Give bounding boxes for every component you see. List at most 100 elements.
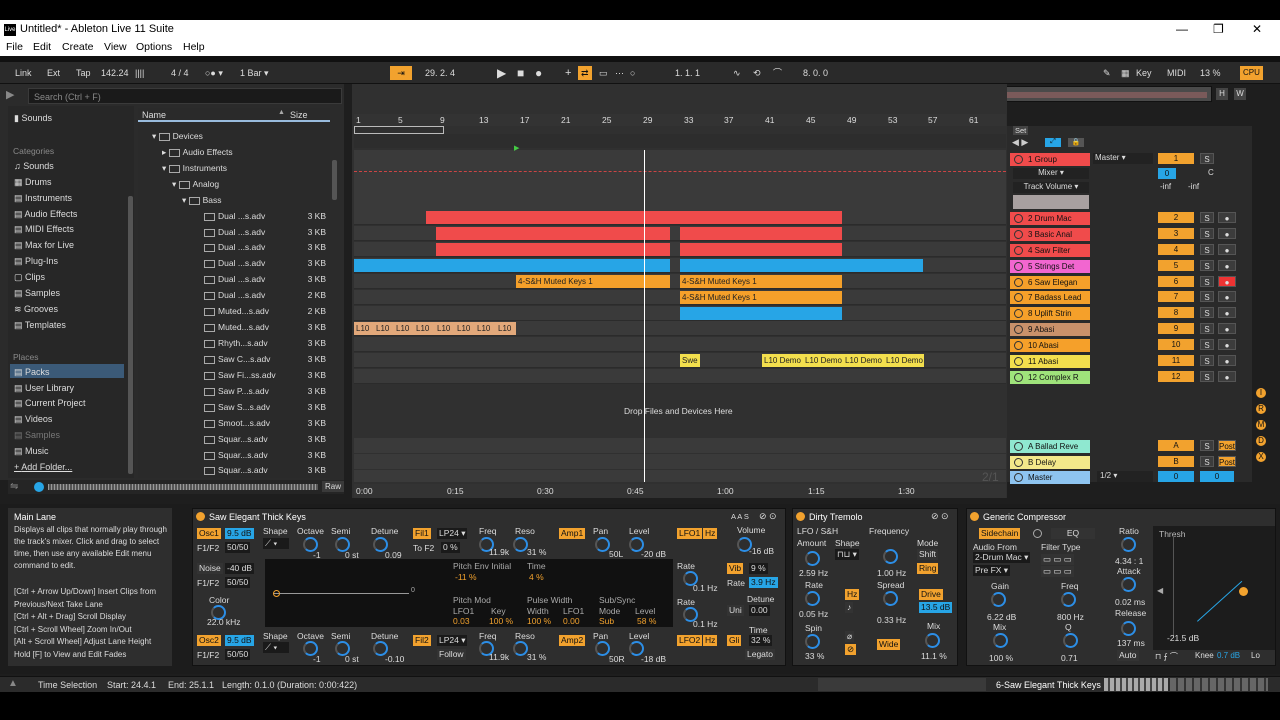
tree-item[interactable]: ▾ Analog — [138, 177, 330, 192]
lfo2-hz[interactable]: Hz — [703, 635, 718, 646]
file-row[interactable]: Smoot...s.adv 3 KB — [138, 416, 330, 431]
tap-button[interactable]: Tap — [73, 66, 94, 80]
master-track-header[interactable]: Master — [1010, 471, 1090, 484]
track-number[interactable]: 12 — [1158, 371, 1194, 382]
track-header[interactable]: 4 Saw Filter — [1010, 244, 1090, 257]
post-button[interactable]: Post — [1218, 456, 1236, 467]
osc1-toggle[interactable]: Osc1 — [197, 528, 221, 539]
osc1-ratio[interactable]: 50/50 — [225, 542, 251, 553]
clip-l10[interactable]: L10 — [475, 322, 496, 335]
set-button[interactable]: Set — [1013, 126, 1029, 135]
clip-muted-keys[interactable]: 4-S&H Muted Keys 1 — [516, 275, 670, 288]
activator-icon[interactable] — [1014, 293, 1023, 302]
category-max-for-live[interactable]: ▤ Max for Live — [14, 240, 74, 251]
track-number[interactable]: 5 — [1158, 260, 1194, 271]
arm-icon[interactable]: ● — [1218, 323, 1236, 334]
mix-knob[interactable] — [925, 633, 940, 648]
loop-icon[interactable]: ⟲ — [750, 66, 764, 80]
arm-icon[interactable]: ● — [1218, 228, 1236, 239]
clip-l10[interactable]: L10 — [455, 322, 475, 335]
return-lane-b[interactable] — [354, 454, 1006, 469]
activator-icon[interactable] — [1014, 341, 1023, 350]
clip-l10[interactable]: L10 — [496, 322, 516, 335]
track-header[interactable]: 8 Uplift Strin — [1010, 307, 1090, 320]
transfer-curve-display[interactable]: Thresh ◀ -21.5 dB — [1153, 526, 1275, 650]
clip-demo[interactable]: L10 Demo — [762, 354, 803, 367]
category-plug-ins[interactable]: ▤ Plug-Ins — [14, 256, 58, 267]
clip-demo[interactable]: L10 Demo — [803, 354, 843, 367]
raw-button[interactable]: Raw — [322, 481, 345, 492]
solo-button[interactable]: S — [1200, 228, 1214, 239]
category-sounds[interactable]: ♫ Sounds — [14, 161, 54, 171]
play-icon[interactable]: ▶ — [494, 66, 509, 80]
solo-button[interactable]: S — [1200, 323, 1214, 334]
record-icon[interactable]: ● — [532, 66, 545, 80]
track-number[interactable]: 4 — [1158, 244, 1194, 255]
osc1-shape[interactable]: ⟋ ▾ — [263, 538, 289, 549]
time-ruler[interactable]: 0:00 0:15 0:30 0:45 1:00 1:15 1:30 — [354, 484, 1006, 498]
solo-button[interactable]: S — [1200, 339, 1214, 350]
q-knob[interactable] — [1063, 633, 1078, 648]
device-menu-icon[interactable]: ⊘ ⊙ — [759, 511, 777, 522]
solo-button[interactable]: S — [1200, 371, 1214, 382]
knee-handle[interactable] — [1239, 587, 1248, 596]
clip-l10[interactable]: L10 — [394, 322, 414, 335]
clip[interactable] — [426, 211, 842, 224]
noise-level[interactable]: -40 dB — [225, 563, 255, 574]
master-volume[interactable]: 0 — [1158, 471, 1194, 482]
lfo1-toggle[interactable]: LFO1 — [677, 528, 703, 539]
category-templates[interactable]: ▤ Templates — [14, 320, 66, 331]
post-button[interactable]: Post — [1218, 440, 1236, 451]
clip-demo[interactable]: L10 Demo — [843, 354, 884, 367]
re-enable-icon[interactable]: ▭ — [596, 66, 611, 80]
place-videos[interactable]: ▤ Videos — [14, 414, 52, 425]
master-output[interactable]: 1/2 ▾ — [1097, 471, 1153, 482]
solo-button[interactable]: S — [1200, 244, 1214, 255]
file-row[interactable]: Rhyth...s.adv 3 KB — [138, 336, 330, 351]
file-row[interactable]: Muted...s.adv 2 KB — [138, 304, 330, 319]
nav-arrows-icon[interactable]: ◀ ▶ — [1012, 137, 1028, 148]
arm-icon[interactable]: ● — [1218, 260, 1236, 271]
return-lane-a[interactable] — [354, 438, 1006, 453]
solo-button[interactable]: S — [1200, 276, 1214, 287]
clip[interactable] — [354, 259, 670, 272]
eq-button[interactable]: EQ — [1051, 528, 1095, 539]
unison-toggle[interactable]: Uni — [727, 605, 744, 616]
return-letter[interactable]: B — [1158, 456, 1194, 467]
stop-icon[interactable]: ■ — [514, 66, 527, 80]
track-header[interactable]: 5 Strings Det — [1010, 260, 1090, 273]
session-record-icon[interactable]: ○ — [627, 66, 638, 80]
track-header[interactable]: 9 Abasi — [1010, 323, 1090, 336]
computer-keyboard-icon[interactable]: ▦ — [1118, 66, 1133, 80]
value[interactable]: -11 % — [455, 572, 477, 582]
clip-l10[interactable]: L10 — [374, 322, 394, 335]
clip[interactable] — [436, 227, 670, 240]
file-row[interactable]: Squar...s.adv 3 KB — [138, 463, 330, 478]
device-menu-icon[interactable]: ⊘ ⊙ — [931, 511, 949, 522]
preview-waveform[interactable] — [48, 484, 318, 490]
activator-icon[interactable] — [1014, 278, 1023, 287]
output-routing[interactable]: Master ▾ — [1093, 153, 1153, 164]
pan-value[interactable]: 0 — [1158, 168, 1176, 179]
mode-ring[interactable]: Ring — [917, 563, 939, 574]
file-row[interactable]: Squar...s.adv 3 KB — [138, 432, 330, 447]
vibrato-value[interactable]: 9 % — [749, 563, 768, 574]
arm-icon[interactable]: ● — [1218, 307, 1236, 318]
value[interactable]: Sub — [599, 616, 614, 626]
attack-knob[interactable] — [1121, 577, 1136, 592]
return-track-header[interactable]: B Delay — [1010, 456, 1090, 469]
beat-ruler[interactable]: 1 5 9 13 17 21 25 29 33 37 41 45 49 53 57 61 — [354, 114, 1006, 126]
activator-icon[interactable] — [1014, 373, 1023, 382]
arm-icon[interactable]: ● — [1218, 276, 1236, 287]
ext-button[interactable]: Ext — [44, 66, 63, 80]
release-knob[interactable] — [1121, 621, 1136, 636]
track-header[interactable]: 1 Group — [1010, 153, 1090, 166]
category-drums[interactable]: ▦ Drums — [14, 177, 52, 188]
value[interactable]: 58 % — [637, 616, 656, 626]
category-midi-effects[interactable]: ▤ MIDI Effects — [14, 224, 74, 235]
minimize-icon[interactable]: — — [1176, 22, 1188, 36]
arm-icon[interactable]: ● — [1218, 355, 1236, 366]
pan-center[interactable]: C — [1208, 168, 1214, 177]
file-row[interactable]: Muted...s.adv 3 KB — [138, 320, 330, 335]
master-pan[interactable]: 0 — [1200, 471, 1234, 482]
